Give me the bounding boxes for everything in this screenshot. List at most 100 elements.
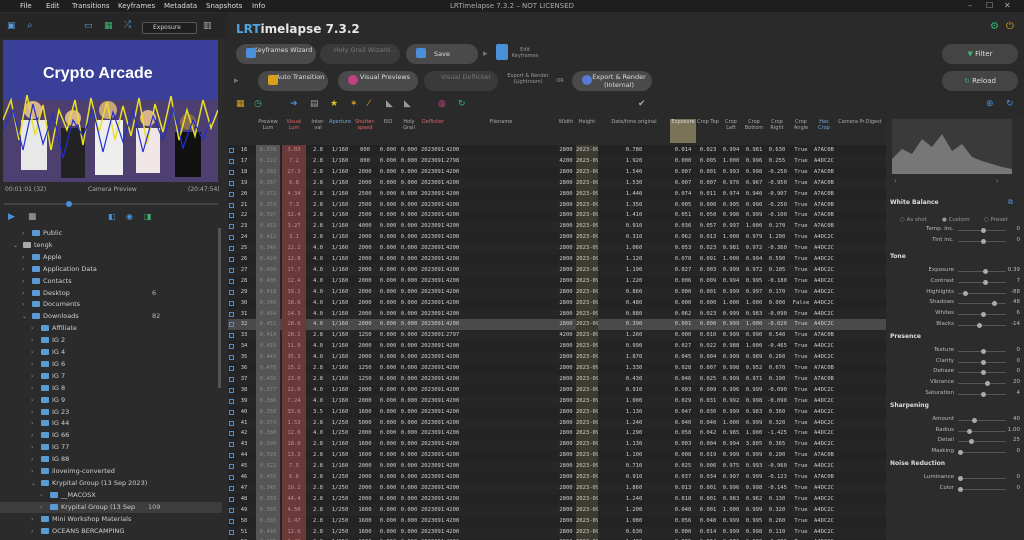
adjustment-slider[interactable]: Shadows 48 <box>886 298 1024 308</box>
table-row[interactable]: 32 0.451 28.6 4.0 1/160 2000 0.000 0.000 2023091… <box>228 319 886 331</box>
row-checkbox[interactable] <box>229 169 234 175</box>
table-row[interactable]: 37 0.402 23.0 2.8 1/160 1250 0.000 0.000 2023091… <box>228 373 886 385</box>
folder-tree-item[interactable]: › IG 9 <box>0 395 222 406</box>
slider-value[interactable]: 20 <box>1013 379 1020 385</box>
arrow-left-icon[interactable]: ‹ <box>894 177 897 185</box>
minimize-icon[interactable]: – <box>968 0 972 12</box>
table-row[interactable]: 28 0.405 12.4 4.0 1/160 2000 0.000 0.000 2023091… <box>228 275 886 287</box>
chevron-right-icon[interactable]: › <box>31 442 33 453</box>
row-checkbox[interactable] <box>229 235 234 241</box>
table-row[interactable]: 35 0.443 35.3 4.0 1/160 2000 0.000 0.000 2023091… <box>228 352 886 364</box>
folder-tree-item[interactable]: › IG 2 <box>0 335 222 346</box>
table-row[interactable]: 27 0.409 17.7 4.0 1/160 2000 0.000 0.000 2023091… <box>228 264 886 276</box>
adjustment-slider[interactable]: Luminance 0 <box>886 473 1024 483</box>
save-button[interactable]: Save <box>406 44 478 64</box>
row-checkbox[interactable] <box>229 453 234 459</box>
folder-tree-item[interactable]: › IG 6 <box>0 359 222 370</box>
slider-handle[interactable] <box>976 323 982 328</box>
slider-value[interactable]: -88 <box>1011 289 1020 295</box>
chevron-right-icon[interactable]: › <box>31 454 33 465</box>
power-icon[interactable]: ⏻ <box>1006 21 1014 32</box>
table-row[interactable]: 24 0.412 3.1 2.8 1/160 2000 0.000 0.000 20230913… <box>228 232 886 244</box>
table-row[interactable]: 41 0.374 1.53 2.8 1/250 5000 0.000 0.000 2023091… <box>228 417 886 429</box>
slider-value[interactable]: 4 <box>1017 390 1021 396</box>
frame-icon-1[interactable]: ◧ <box>108 212 116 221</box>
row-checkbox[interactable] <box>229 246 234 252</box>
table-row[interactable]: 44 0.393 13.3 2.8 1/160 1600 0.000 0.000 2023091… <box>228 450 886 462</box>
copy-icon[interactable]: ⧉ <box>1008 198 1013 207</box>
table-row[interactable]: 49 0.365 4.50 2.8 1/250 1600 0.000 0.000 2023091… <box>228 504 886 516</box>
folder-tree-item[interactable]: › Public <box>0 228 222 239</box>
column-header[interactable]: Width <box>557 119 575 143</box>
slider-handle[interactable] <box>980 238 986 244</box>
folder-tree-item[interactable]: › IG 4 <box>0 347 222 358</box>
adjustment-slider[interactable]: Blacks -14 <box>886 320 1024 330</box>
row-checkbox[interactable] <box>229 278 234 284</box>
slider-handle[interactable] <box>980 370 986 376</box>
table-row[interactable]: 43 0.398 18.0 2.8 1/160 1600 0.000 0.000 2023091… <box>228 439 886 451</box>
column-header[interactable] <box>228 119 236 143</box>
magic-icon[interactable]: ✶ <box>350 99 358 109</box>
slider-value[interactable]: 40 <box>1013 416 1020 422</box>
column-header[interactable]: Aperture <box>329 119 351 143</box>
adjustment-slider[interactable]: Amount 40 <box>886 415 1024 425</box>
chevron-right-icon[interactable]: › <box>31 347 33 358</box>
slider-value[interactable]: 0 <box>1017 474 1021 480</box>
star-icon[interactable]: ★ <box>330 99 338 109</box>
table-row[interactable]: 16 0.376 3.03 2.8 1/160 800 0.000 0.000 20230913… <box>228 145 886 156</box>
exposure-select[interactable]: Exposure <box>142 22 197 34</box>
slider-track[interactable] <box>958 383 1006 385</box>
checkmark-icon[interactable]: ✔ <box>638 99 646 109</box>
row-checkbox[interactable] <box>229 485 234 491</box>
column-header[interactable]: Date/time original <box>599 119 669 143</box>
slider-handle[interactable] <box>962 290 968 296</box>
row-checkbox[interactable] <box>229 202 234 208</box>
slider-handle[interactable] <box>980 359 986 365</box>
table-row[interactable]: 42 0.388 12.0 4.0 1/250 2000 0.000 0.000 2023091… <box>228 428 886 440</box>
arrow-right-small-icon[interactable]: › <box>996 177 999 185</box>
arrow-right-icon[interactable]: ➜ <box>290 99 298 109</box>
table-row[interactable]: 170.2227.22.81/1608000.0000.00020230913-… <box>228 155 886 167</box>
slider-track[interactable] <box>958 441 1006 443</box>
row-checkbox[interactable] <box>229 213 234 219</box>
folder-tree-item[interactable]: ⌄ Downloads 82 <box>0 311 222 322</box>
table-row[interactable]: 48 0.383 44.4 2.8 1/250 2000 0.000 0.000 2023091… <box>228 493 886 505</box>
slider-value[interactable]: -14 <box>1011 321 1020 327</box>
column-header[interactable]: Preview Lum <box>256 119 280 143</box>
export-render-lightroom-label[interactable]: Export & Render (Lightroom) <box>502 73 554 85</box>
timeline-slider[interactable] <box>4 201 218 207</box>
stop-icon[interactable]: ■ <box>28 212 37 222</box>
chevron-right-icon[interactable]: › <box>22 264 24 275</box>
frame-icon-2[interactable]: ◉ <box>126 212 133 221</box>
curve-edit-icon[interactable]: ⁄ <box>368 99 370 109</box>
row-checkbox[interactable] <box>229 398 234 404</box>
slider-handle[interactable] <box>958 476 963 481</box>
table-row[interactable]: 31 0.464 24.3 4.0 1/160 2000 0.000 0.000 2023091… <box>228 308 886 320</box>
row-checkbox[interactable] <box>229 529 234 535</box>
wb-custom[interactable]: ● Custom <box>942 217 970 223</box>
slider-track[interactable] <box>958 452 1006 454</box>
slider-value[interactable]: 48 <box>1013 299 1020 305</box>
chevron-right-icon[interactable]: › <box>31 359 33 370</box>
table-row[interactable]: 51 0.446 12.6 2.8 1/250 1600 0.000 0.000 2023091… <box>228 526 886 538</box>
refresh-icon[interactable]: ↻ <box>458 99 466 109</box>
folder-tree-item[interactable]: › Mini Workshop Materials <box>0 514 222 525</box>
slider-handle[interactable] <box>958 486 963 492</box>
row-checkbox[interactable] <box>229 442 234 448</box>
row-checkbox[interactable] <box>229 496 234 502</box>
play-icon[interactable]: ▶ <box>8 212 15 222</box>
chevron-right-icon[interactable]: › <box>31 526 33 537</box>
wb-as-shot[interactable]: ○ As shot <box>900 217 927 223</box>
table-row[interactable]: 45 0.522 7.5 2.8 1/160 2000 0.000 0.000 20230913… <box>228 461 886 473</box>
slider-handle[interactable] <box>982 279 988 285</box>
slider-handle[interactable] <box>991 301 997 307</box>
adjustment-slider[interactable]: Color 0 <box>886 484 1024 494</box>
table-row[interactable]: 22 0.397 32.4 2.8 1/160 2500 0.000 0.000 2023091… <box>228 210 886 222</box>
column-header[interactable]: Crop Right <box>766 119 788 143</box>
adjustment-slider[interactable]: Texture 0 <box>886 346 1024 356</box>
adjustment-slider[interactable]: Masking 0 <box>886 447 1024 457</box>
column-header[interactable]: Holy Grail <box>398 119 420 143</box>
folder-tree-item[interactable]: ⌄ Krypital Group (13 Sep 2023) <box>0 478 222 489</box>
table-row[interactable]: 29 0.418 39.2 4.0 1/160 2000 0.000 0.000 2023091… <box>228 286 886 298</box>
column-header[interactable]: Inter-val <box>308 119 328 143</box>
